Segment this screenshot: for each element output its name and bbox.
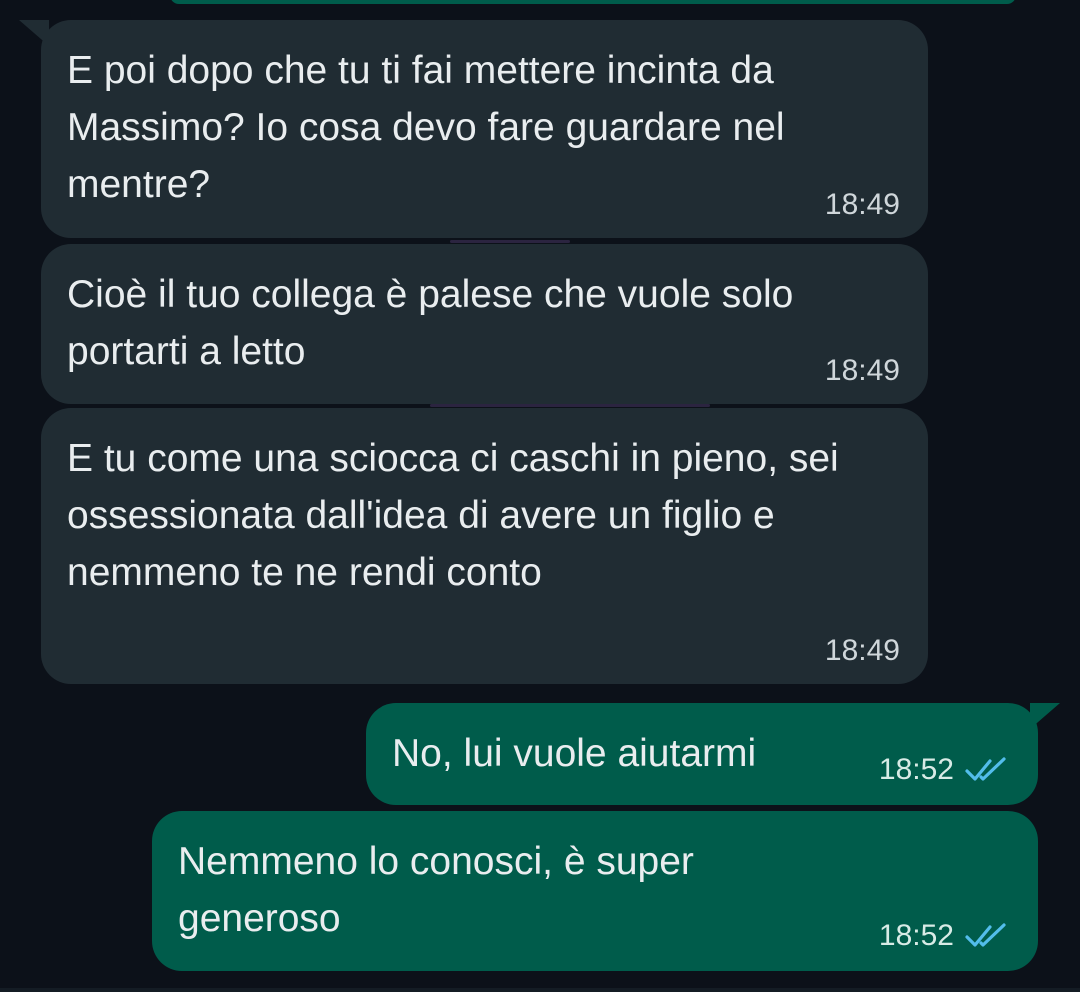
message-text: Nemmeno lo conosci, è super generoso — [178, 840, 694, 940]
wallpaper-fragment — [450, 240, 570, 243]
wallpaper-fragment — [430, 404, 710, 407]
message-text: Cioè il tuo collega è palese che vuole s… — [67, 273, 794, 373]
message-text: E tu come una sciocca ci caschi in pieno… — [67, 437, 839, 594]
double-check-read-icon — [965, 923, 1006, 947]
message-bubble-incoming[interactable]: E tu come una sciocca ci caschi in pieno… — [41, 408, 928, 684]
previous-message-bubble-edge — [170, 0, 1016, 4]
message-text: E poi dopo che tu ti fai mettere incinta… — [67, 49, 785, 206]
double-check-read-icon — [965, 757, 1006, 781]
message-time: 18:52 — [878, 919, 954, 952]
message-bubble-outgoing[interactable]: Nemmeno lo conosci, è super generoso 18:… — [152, 811, 1038, 971]
bubble-tail — [1030, 703, 1060, 729]
message-bubble-incoming[interactable]: E poi dopo che tu ti fai mettere incinta… — [19, 20, 928, 238]
message-meta: 18:52 — [879, 753, 1010, 787]
bubble-tail — [19, 20, 49, 46]
message-time: 18:49 — [824, 354, 900, 387]
message-meta: 18:49 — [825, 188, 900, 222]
message-meta: 18:49 — [825, 354, 900, 388]
message-bubble-incoming[interactable]: Cioè il tuo collega è palese che vuole s… — [41, 244, 928, 404]
message-bubble-outgoing[interactable]: No, lui vuole aiutarmi 18:52 — [366, 703, 1060, 805]
message-time: 18:49 — [824, 188, 900, 221]
message-meta: 18:52 — [879, 919, 1010, 953]
message-time: 18:52 — [878, 753, 954, 786]
message-meta: 18:49 — [825, 634, 900, 668]
message-time: 18:49 — [824, 634, 900, 667]
next-message-bubble-edge — [0, 988, 1080, 992]
